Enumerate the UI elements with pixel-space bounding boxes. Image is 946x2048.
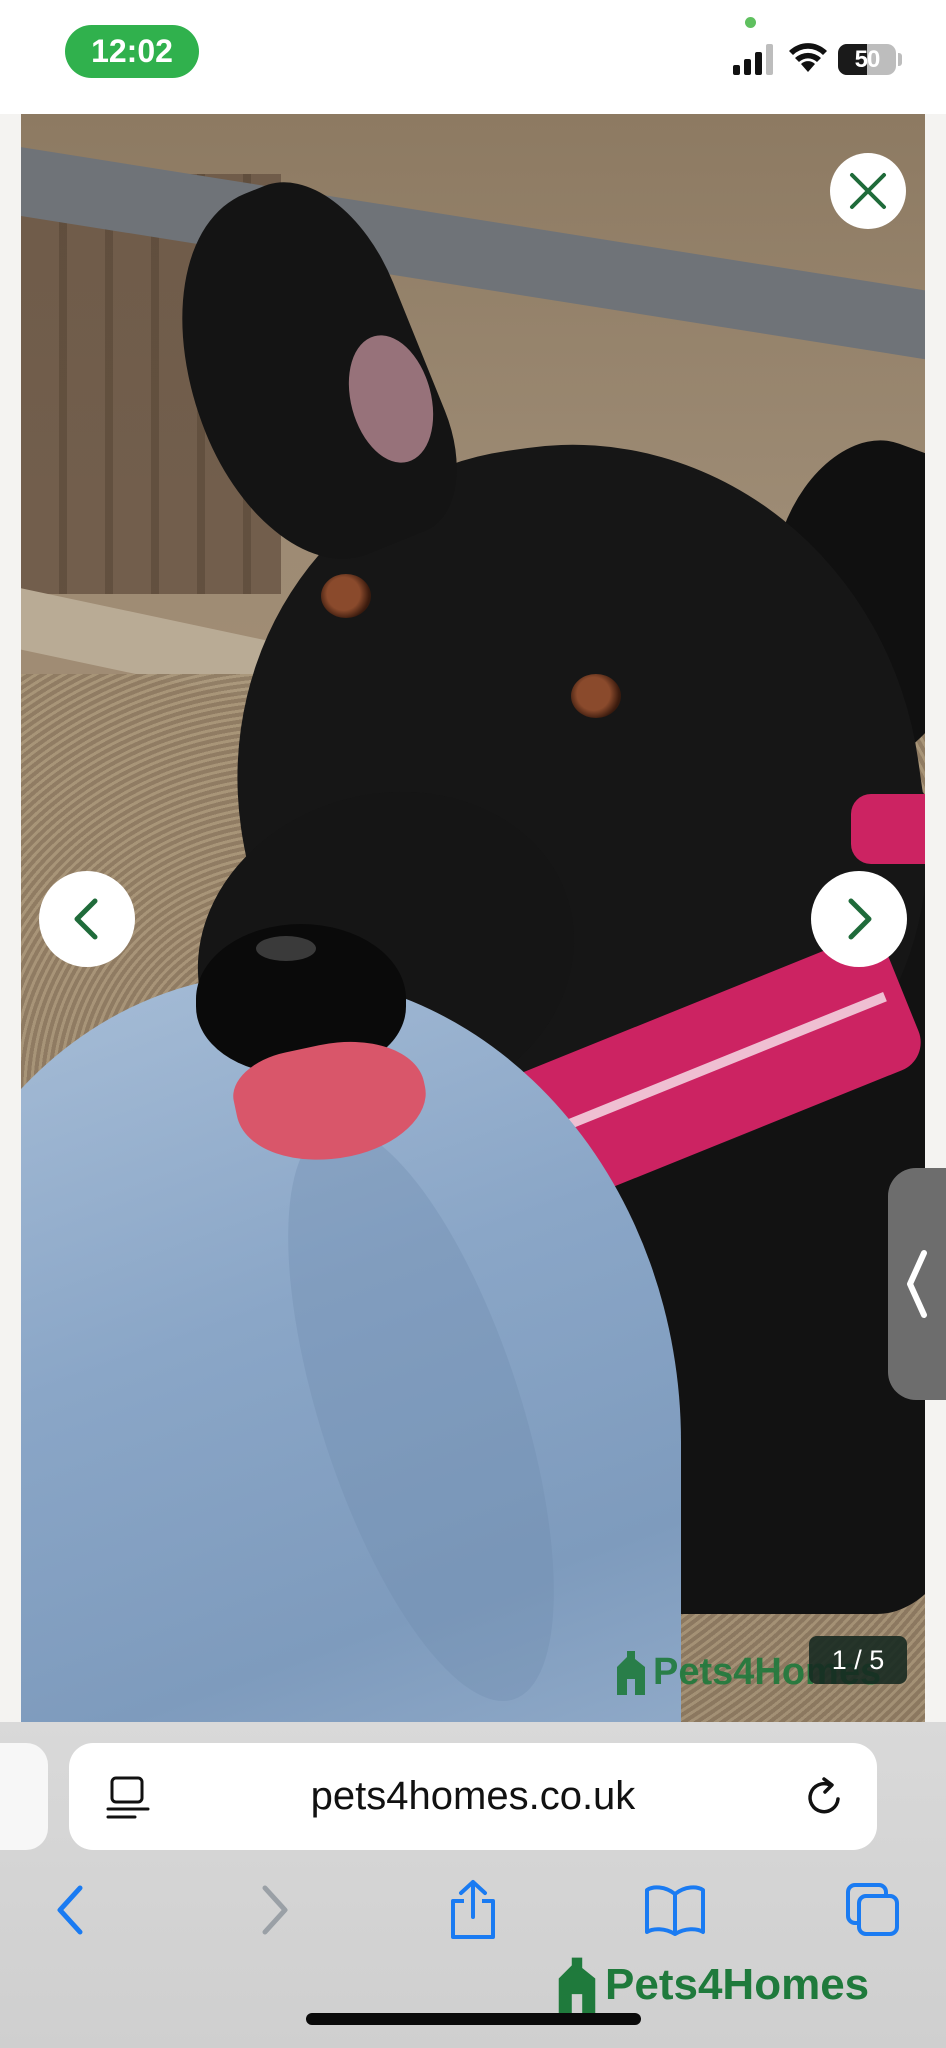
back-icon <box>57 1885 83 1935</box>
status-bar: 12:02 50 <box>0 0 946 114</box>
back-button[interactable] <box>50 1880 90 1940</box>
home-indicator[interactable] <box>306 2013 641 2025</box>
share-icon <box>451 1880 495 1939</box>
next-photo-button[interactable] <box>811 871 907 967</box>
side-panel-handle[interactable] <box>888 1168 946 1400</box>
close-gallery-button[interactable] <box>830 153 906 229</box>
wifi-icon <box>789 43 827 72</box>
dog-nose-shine <box>256 936 316 961</box>
dog-eye <box>321 574 371 618</box>
previous-tab-preview[interactable] <box>0 1743 48 1850</box>
pets4homes-logo-icon <box>558 1957 596 2015</box>
battery-cap <box>898 53 902 66</box>
forward-button[interactable] <box>255 1880 295 1940</box>
gallery-photo[interactable] <box>21 114 925 1722</box>
dog-eye <box>571 674 621 718</box>
bookmarks-icon <box>645 1885 705 1936</box>
chevron-left-icon <box>74 898 98 940</box>
pets4homes-logo[interactable]: Pets4Homes <box>553 1950 869 2020</box>
bookmarks-button[interactable] <box>640 1880 710 1940</box>
tabs-icon <box>846 1883 899 1936</box>
dog-harness <box>851 794 925 864</box>
status-time: 12:02 <box>65 25 199 78</box>
tabs-button[interactable] <box>843 1880 903 1940</box>
photo-counter: 1 / 5 <box>809 1636 907 1684</box>
battery-icon: 50 <box>838 44 896 75</box>
chevron-left-icon <box>907 1250 927 1318</box>
forward-icon <box>262 1885 288 1935</box>
reader-view-icon[interactable] <box>105 1775 151 1821</box>
reload-icon[interactable] <box>800 1773 848 1821</box>
close-icon <box>850 173 886 209</box>
battery-level: 50 <box>854 45 881 73</box>
chevron-right-icon <box>848 898 872 940</box>
pets4homes-logo-icon <box>617 1651 645 1695</box>
url-text[interactable]: pets4homes.co.uk <box>69 1743 877 1850</box>
brand-name: Pets4Homes <box>605 1960 870 2009</box>
share-button[interactable] <box>443 1880 503 1940</box>
previous-photo-button[interactable] <box>39 871 135 967</box>
cellular-signal-icon <box>733 44 773 75</box>
address-bar[interactable]: pets4homes.co.uk <box>69 1743 877 1850</box>
camera-in-use-indicator <box>745 17 756 28</box>
